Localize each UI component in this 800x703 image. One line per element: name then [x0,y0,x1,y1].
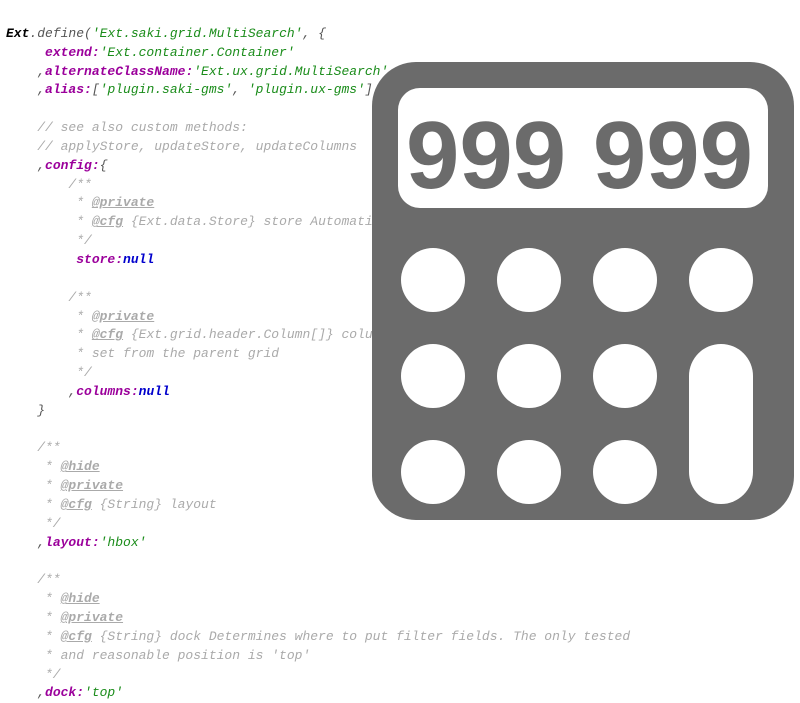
cfg-tag: @cfg [92,214,123,229]
null-kw: null [123,252,154,267]
jsdoc-line: * @hide [6,591,100,606]
calc-btn[interactable] [593,248,657,312]
line: ,dock:'top' [6,685,123,700]
line: extend:'Ext.container.Container' [6,45,295,60]
calc-btn[interactable] [401,440,465,504]
comment-line: // applyStore, updateStore, updateColumn… [6,139,357,154]
alias-val-1: 'plugin.saki-gms' [100,82,233,97]
private-tag: @private [92,195,154,210]
brace-open: { [318,26,326,41]
jsdoc-line: * @private [6,195,154,210]
calc-btn[interactable] [593,440,657,504]
jsdoc-open: /** [6,440,61,455]
hide-tag: @hide [61,591,100,606]
prop-store: store: [76,252,123,267]
calc-btn-tall[interactable] [689,344,753,504]
calc-btn[interactable] [593,344,657,408]
null-kw: null [139,384,170,399]
cfg-tag: @cfg [92,327,123,342]
blank-line [6,101,14,116]
acn-val: 'Ext.ux.grid.MultiSearch' [193,64,388,79]
prop-alternate-class-name: alternateClassName: [45,64,193,79]
blank-line [6,422,14,437]
jsdoc-close: */ [6,233,92,248]
calc-btn[interactable] [497,248,561,312]
blank-line [6,271,14,286]
calc-btn[interactable] [497,440,561,504]
dock-val: 'top' [84,685,123,700]
calc-btn[interactable] [401,344,465,408]
calculator-icon: 999 999 [372,62,794,520]
line: ,alternateClassName:'Ext.ux.grid.MultiSe… [6,64,388,79]
line: store:null [6,252,154,267]
jsdoc-line: * and reasonable position is 'top' [6,648,310,663]
blank-line [6,553,14,568]
private-tag: @private [92,309,154,324]
line: ,layout:'hbox' [6,535,146,550]
cfg-tag: @cfg [61,497,92,512]
prop-dock: dock: [45,685,84,700]
class-name-str: 'Ext.saki.grid.MultiSearch' [92,26,303,41]
jsdoc-line: * @private [6,309,154,324]
jsdoc-line: * @private [6,610,123,625]
jsdoc-line: * @cfg {String} dock Determines where to… [6,629,630,644]
prop-config: config: [45,158,100,173]
jsdoc-close: */ [6,667,61,682]
jsdoc-line: * @hide [6,459,100,474]
comment-line: // see also custom methods: [6,120,248,135]
jsdoc-line: * @private [6,478,123,493]
prop-extend: extend: [45,45,100,60]
line: ,config:{ [6,158,107,173]
comma: , [302,26,318,41]
jsdoc-line: * set from the parent grid [6,346,279,361]
jsdoc-open: /** [6,177,92,192]
private-tag: @private [61,478,123,493]
prop-alias: alias: [45,82,92,97]
cfg-tag: @cfg [61,629,92,644]
jsdoc-line: * @cfg {Ext.data.Store} store Automatic [6,214,381,229]
layout-val: 'hbox' [100,535,147,550]
hide-tag: @hide [61,459,100,474]
jsdoc-line: * @cfg {String} layout [6,497,217,512]
jsdoc-open: /** [6,290,92,305]
calc-btn[interactable] [689,248,753,312]
jsdoc-open: /** [6,572,61,587]
calculator-display: 999 999 [406,102,753,209]
private-tag: @private [61,610,123,625]
paren-open: ( [84,26,92,41]
jsdoc-close: */ [6,365,92,380]
calc-btn[interactable] [497,344,561,408]
prop-layout: layout: [45,535,100,550]
prop-columns: columns: [76,384,138,399]
extend-val: 'Ext.container.Container' [100,45,295,60]
ext-ident: Ext [6,26,29,41]
define-call: define [37,26,84,41]
alias-val-2: 'plugin.ux-gms' [248,82,365,97]
jsdoc-close: */ [6,516,61,531]
brace-close: } [6,403,45,418]
calc-btn[interactable] [401,248,465,312]
line: ,columns:null [6,384,170,399]
line: ,alias:['plugin.saki-gms', 'plugin.ux-gm… [6,82,373,97]
line: Ext.define('Ext.saki.grid.MultiSearch', … [6,26,326,41]
